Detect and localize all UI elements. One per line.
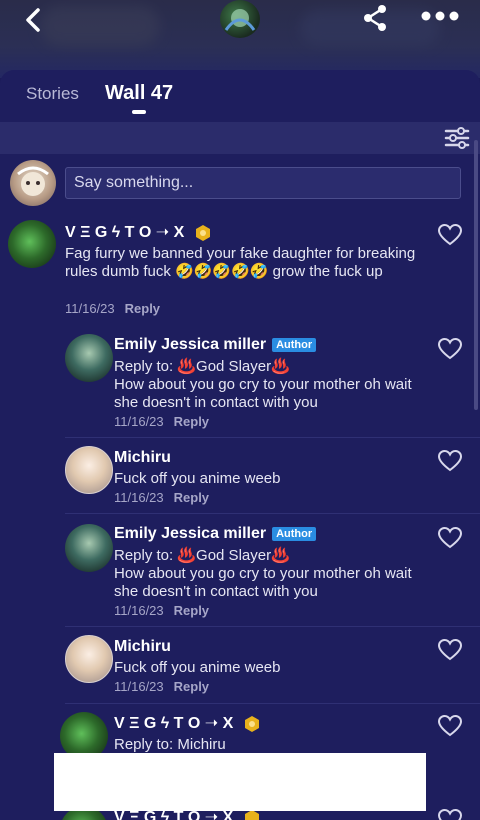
comment-divider	[65, 703, 480, 704]
author-name: V Ξ G ϟ T O ➝ X	[65, 224, 185, 241]
comment-divider	[65, 626, 480, 627]
banner-blur	[40, 6, 160, 46]
chevron-left-icon[interactable]	[20, 6, 48, 34]
reply-to[interactable]: Reply to: Michiru	[114, 736, 414, 754]
wall-panel: Stories Wall 47 Say something...	[0, 70, 480, 820]
reply-button[interactable]: Reply	[174, 490, 209, 505]
level-badge-icon	[244, 715, 259, 732]
comment-divider	[65, 437, 480, 438]
header-banner	[0, 0, 480, 78]
comment-author[interactable]: V Ξ G ϟ T O ➝ X	[65, 222, 211, 242]
heart-icon[interactable]	[438, 809, 462, 820]
scrollbar[interactable]	[474, 140, 478, 410]
heart-icon[interactable]	[438, 715, 462, 737]
heart-icon[interactable]	[438, 639, 462, 661]
comment-meta: 11/16/23 Reply	[65, 301, 160, 316]
comment-author[interactable]: Emily Jessica miller Author	[114, 525, 317, 543]
my-avatar[interactable]	[10, 160, 56, 206]
level-badge-icon	[244, 809, 259, 820]
comment-meta: 11/16/23 Reply	[114, 603, 209, 618]
comment-author[interactable]: Emily Jessica miller Author	[114, 336, 317, 354]
wall-owner-avatar[interactable]	[220, 0, 260, 38]
comment-input[interactable]: Say something...	[65, 167, 461, 199]
comment-author[interactable]: Michiru	[114, 449, 171, 467]
reply-button[interactable]: Reply	[174, 679, 209, 694]
comment-text: Fag furry we banned your fake daughter f…	[65, 245, 416, 280]
comment-date: 11/16/23	[65, 301, 115, 316]
author-name: Emily Jessica miller	[114, 336, 267, 353]
comment-text: Fuck off you anime weeb	[114, 470, 281, 487]
comment-divider	[65, 513, 480, 514]
comment-date: 11/16/23	[114, 679, 164, 694]
comment-date: 11/16/23	[114, 490, 164, 505]
active-tab-indicator	[132, 110, 146, 114]
avatar[interactable]	[65, 524, 113, 572]
heart-icon[interactable]	[438, 338, 462, 360]
comment-date: 11/16/23	[114, 603, 164, 618]
compose-row: Say something...	[0, 154, 480, 210]
heart-icon[interactable]	[438, 450, 462, 472]
heart-icon[interactable]	[438, 527, 462, 549]
reply-to[interactable]: Reply to: ♨️God Slayer♨️	[114, 547, 434, 565]
redaction-box	[54, 753, 426, 811]
heart-icon[interactable]	[438, 224, 462, 246]
sliders-icon[interactable]	[444, 126, 470, 150]
reply-button[interactable]: Reply	[174, 414, 209, 429]
avatar[interactable]	[8, 220, 56, 268]
author-name: Emily Jessica miller	[114, 525, 267, 542]
comment-author[interactable]: Michiru	[114, 638, 171, 656]
level-badge-icon	[195, 224, 210, 241]
comment-author[interactable]: V Ξ G ϟ T O ➝ X	[114, 713, 260, 733]
author-badge: Author	[272, 337, 317, 352]
reply-button[interactable]: Reply	[125, 301, 160, 316]
comment-meta: 11/16/23 Reply	[114, 679, 209, 694]
author-name: V Ξ G ϟ T O ➝ X	[114, 715, 234, 732]
avatar[interactable]	[65, 635, 113, 683]
reply-to[interactable]: Reply to: ♨️God Slayer♨️	[114, 358, 434, 376]
comment-text: How about you go cry to your mother oh w…	[114, 565, 412, 600]
avatar[interactable]	[65, 446, 113, 494]
comment-meta: 11/16/23 Reply	[114, 414, 209, 429]
avatar[interactable]	[65, 334, 113, 382]
tab-stories[interactable]: Stories	[26, 84, 79, 104]
comment-text: How about you go cry to your mother oh w…	[114, 376, 412, 411]
reply-button[interactable]: Reply	[174, 603, 209, 618]
author-badge: Author	[272, 526, 317, 541]
comment-text: Fuck off you anime weeb	[114, 659, 281, 676]
tab-bar: Stories Wall 47	[0, 70, 480, 122]
comment-date: 11/16/23	[114, 414, 164, 429]
comment-meta: 11/16/23 Reply	[114, 490, 209, 505]
filter-bar	[0, 122, 480, 154]
share-icon[interactable]	[362, 4, 388, 32]
more-dots-icon[interactable]	[420, 6, 460, 26]
tab-wall[interactable]: Wall 47	[105, 82, 173, 105]
